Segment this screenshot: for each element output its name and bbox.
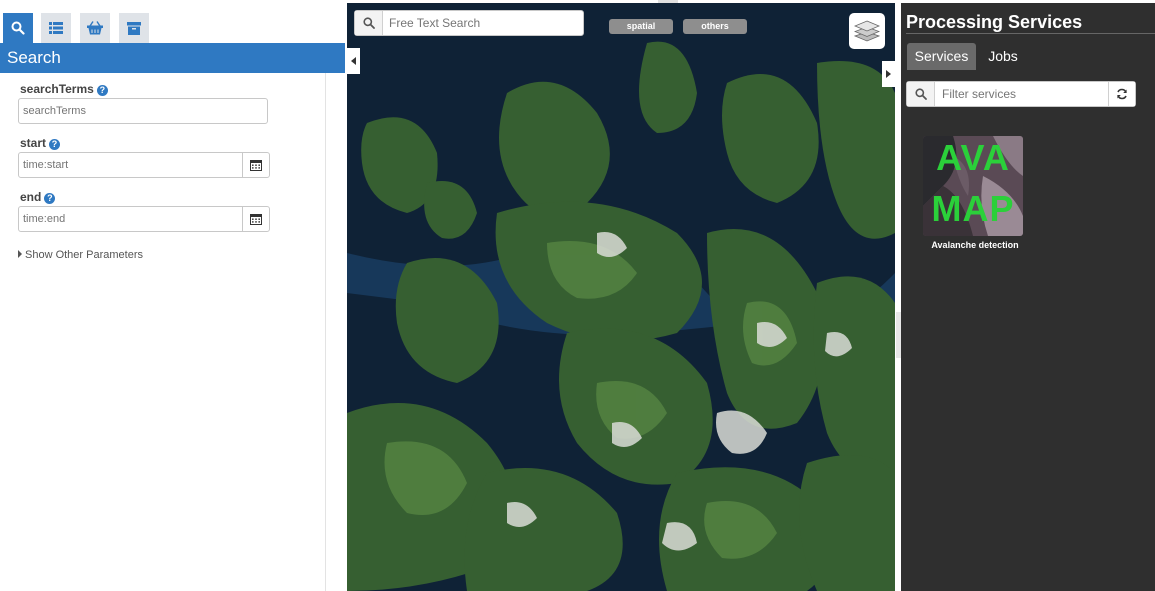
collapse-right-panel-button[interactable] [882,61,895,87]
calendar-icon[interactable] [242,152,270,178]
end-input[interactable] [18,206,243,232]
service-card-avalanche-detection[interactable]: AVA MAP Avalanche detection [923,136,1027,250]
searchterms-input[interactable] [18,98,268,124]
start-input[interactable] [18,152,243,178]
thumb-text-line1: AVA [936,137,1010,178]
show-other-parameters-link[interactable]: Show Other Parameters [18,249,143,261]
search-icon[interactable] [3,13,33,43]
help-icon[interactable]: ? [96,85,108,96]
search-panel: Search searchTerms? start? end? Show Oth… [0,0,345,591]
list-icon[interactable] [41,13,71,43]
help-icon[interactable]: ? [49,139,61,150]
caret-left-icon [351,57,356,65]
divider [906,33,1155,34]
collapse-left-panel-button[interactable] [347,48,360,74]
service-thumbnail: AVA MAP [923,136,1023,236]
caret-right-icon [886,70,891,78]
processing-services-panel: Processing Services Services Jobs AVA MA… [901,3,1155,591]
tab-jobs[interactable]: Jobs [981,43,1025,70]
calendar-icon[interactable] [242,206,270,232]
scrollbar-track[interactable] [325,73,345,591]
panel-title: Processing Services [906,12,1083,32]
archive-icon[interactable] [119,13,149,43]
param-label-end: end? [20,190,56,204]
search-icon[interactable] [907,82,935,106]
filter-spatial-button[interactable]: spatial [609,19,673,34]
refresh-icon[interactable] [1108,82,1135,106]
search-icon[interactable] [355,11,383,35]
map-view[interactable]: spatial others [347,3,895,591]
caret-right-icon [18,250,22,258]
service-name: Avalanche detection [931,240,1019,250]
filter-others-button[interactable]: others [683,19,747,34]
filter-services-bar [906,81,1136,107]
thumb-text-line2: MAP [931,188,1015,229]
help-icon[interactable]: ? [44,193,56,204]
free-text-search-input[interactable] [389,14,574,32]
basket-icon[interactable] [80,13,110,43]
layers-icon[interactable] [849,13,885,49]
map-search-bar [354,10,584,36]
param-label-searchterms: searchTerms? [20,82,108,96]
filter-services-input[interactable] [942,85,1102,103]
satellite-imagery [347,3,895,591]
tab-services[interactable]: Services [907,43,976,70]
panel-header: Search [0,43,345,73]
param-label-start: start? [20,136,61,150]
